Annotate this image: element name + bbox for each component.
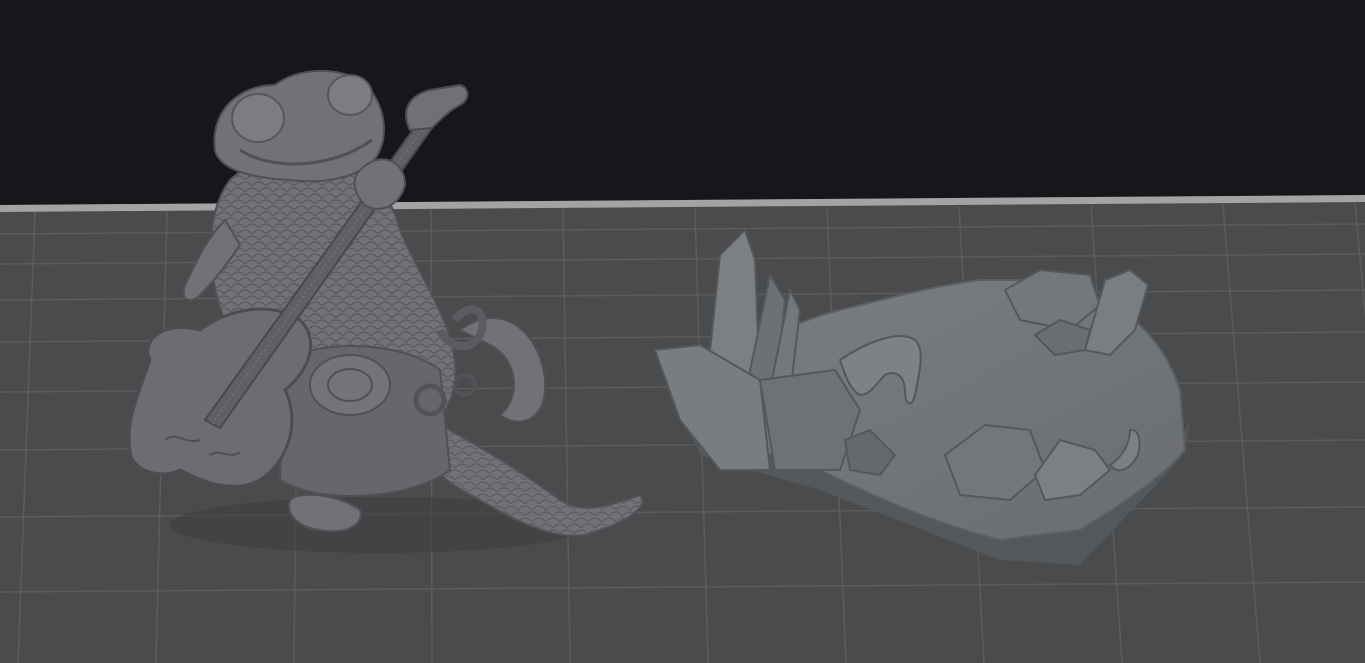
viewport-canvas[interactable] (0, 0, 1365, 663)
3d-viewport[interactable] (0, 0, 1365, 663)
